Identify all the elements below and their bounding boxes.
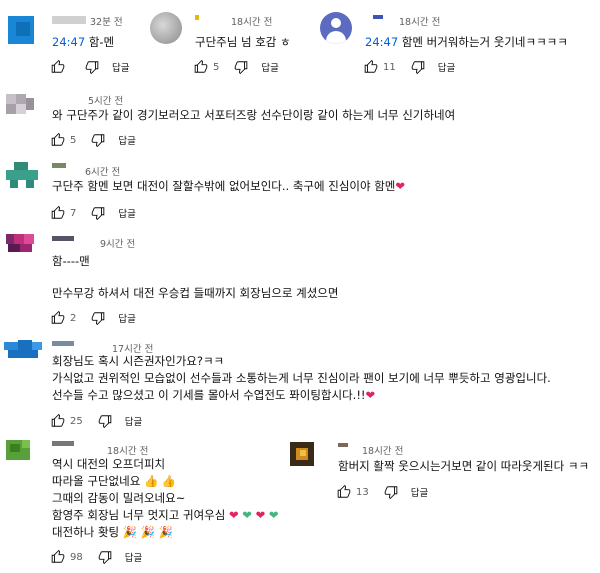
avatar[interactable] <box>286 440 326 480</box>
reply-button[interactable]: 답글 <box>261 60 278 74</box>
author-name-redacted[interactable] <box>373 15 383 19</box>
like-count: 25 <box>70 415 83 427</box>
comment-actions: 11 답글 <box>363 58 455 76</box>
thumb-down-icon[interactable] <box>233 59 249 75</box>
like-count: 5 <box>70 134 77 146</box>
reply-button[interactable]: 답글 <box>118 311 135 325</box>
avatar[interactable] <box>4 438 44 478</box>
green-heart-emoji: ❤ <box>265 508 279 522</box>
thumb-up-icon[interactable] <box>336 484 352 500</box>
author-name-redacted[interactable] <box>195 15 199 20</box>
avatar[interactable] <box>4 10 44 50</box>
comment-time: 32분 전 <box>90 17 123 28</box>
thumbs-up-emoji: 👍 👍 <box>140 474 177 488</box>
thumb-up-icon[interactable] <box>193 59 209 75</box>
avatar[interactable] <box>4 90 44 130</box>
avatar[interactable] <box>150 12 182 44</box>
comment-actions: 2 답글 <box>50 309 136 327</box>
comment-time: 18시간 전 <box>362 446 404 457</box>
author-name-redacted[interactable] <box>52 441 74 446</box>
reply-button[interactable]: 답글 <box>118 133 135 147</box>
like-count: 7 <box>70 207 77 219</box>
reply-button[interactable]: 답글 <box>438 60 455 74</box>
comment-time: 18시간 전 <box>231 17 273 28</box>
thumb-up-icon[interactable] <box>50 549 66 565</box>
avatar[interactable] <box>4 158 44 198</box>
comment-actions: 98 답글 <box>50 548 142 566</box>
author-name-redacted[interactable] <box>338 443 348 447</box>
comment-time: 5시간 전 <box>88 96 124 107</box>
like-count: 2 <box>70 312 77 324</box>
thumb-up-icon[interactable] <box>50 413 66 429</box>
reply-button[interactable]: 답글 <box>118 206 135 220</box>
like-count: 5 <box>213 61 220 73</box>
comment-text: 선수들 수고 많으셨고 이 기세를 몰아서 수엽전도 퐈이팅합시다.!!❤ <box>52 388 376 402</box>
reply-button[interactable]: 답글 <box>112 60 129 74</box>
comment-text: 24:47 함-멘 <box>52 35 115 49</box>
thumb-down-icon[interactable] <box>383 484 399 500</box>
thumb-down-icon[interactable] <box>410 59 426 75</box>
thumb-down-icon[interactable] <box>84 59 100 75</box>
avatar[interactable] <box>4 334 44 374</box>
timestamp-link[interactable]: 24:47 <box>365 35 398 49</box>
avatar[interactable] <box>4 228 44 268</box>
thumb-down-icon[interactable] <box>90 132 106 148</box>
heart-emoji: ❤ <box>251 508 266 522</box>
author-name-redacted[interactable] <box>52 236 74 241</box>
comment-text: 구단주님 넘 호감 ㅎ <box>195 35 291 49</box>
comment-time: 9시간 전 <box>100 239 136 250</box>
comment-actions: 답글 <box>50 58 129 76</box>
timestamp-link[interactable]: 24:47 <box>52 35 85 49</box>
reply-button[interactable]: 답글 <box>125 414 142 428</box>
comment-actions: 25 답글 <box>50 412 142 430</box>
comment-text: 대전하나 홧팅 🎉 🎉 🎉 <box>52 525 174 539</box>
party-popper-emoji: 🎉 🎉 🎉 <box>119 525 174 539</box>
comment-actions: 5 답글 <box>193 58 279 76</box>
thumb-down-icon[interactable] <box>90 310 106 326</box>
thumb-up-icon[interactable] <box>50 310 66 326</box>
avatar[interactable] <box>320 12 352 44</box>
comment-text: 함버지 활짝 웃으시는거보면 같이 따라웃게된다 ㅋㅋ <box>338 459 590 473</box>
author-name-redacted[interactable] <box>52 163 66 168</box>
comment-actions: 7 답글 <box>50 204 136 222</box>
like-count: 13 <box>356 486 369 498</box>
thumb-up-icon[interactable] <box>363 59 379 75</box>
heart-emoji: ❤ <box>228 508 239 522</box>
heart-emoji: ❤ <box>395 179 406 193</box>
thumb-down-icon[interactable] <box>90 205 106 221</box>
reply-button[interactable]: 답글 <box>411 485 428 499</box>
heart-emoji: ❤ <box>365 388 376 402</box>
comment-text: 와 구단주가 같이 경기보러오고 서포터즈랑 선수단이랑 같이 하는게 너무 신… <box>52 108 456 122</box>
like-count: 98 <box>70 551 83 563</box>
like-count: 11 <box>383 61 396 73</box>
thumb-up-icon[interactable] <box>50 132 66 148</box>
comment-actions: 13 답글 <box>336 483 428 501</box>
comment-text: 만수무강 하셔서 대전 우승컵 들때까지 회장님으로 계셨으면 <box>52 286 339 300</box>
thumb-down-icon[interactable] <box>97 549 113 565</box>
thumb-up-icon[interactable] <box>50 205 66 221</box>
comment-time: 6시간 전 <box>85 167 121 178</box>
comment-text: 24:47 함멘 버거워하는거 웃기네ㅋㅋㅋㅋ <box>365 35 568 49</box>
reply-button[interactable]: 답글 <box>125 550 142 564</box>
comment-time: 18시간 전 <box>399 17 441 28</box>
thumb-down-icon[interactable] <box>97 413 113 429</box>
comment-text: 함----맨 <box>52 254 90 268</box>
comment-text: 구단주 함멘 보면 대전이 잘할수밖에 없어보인다.. 축구에 진심이야 함멘❤ <box>52 179 406 193</box>
comment-actions: 5 답글 <box>50 131 136 149</box>
author-name-redacted[interactable] <box>52 16 86 24</box>
author-name-redacted[interactable] <box>52 341 74 346</box>
green-heart-emoji: ❤ <box>238 508 252 522</box>
thumb-up-icon[interactable] <box>50 59 66 75</box>
